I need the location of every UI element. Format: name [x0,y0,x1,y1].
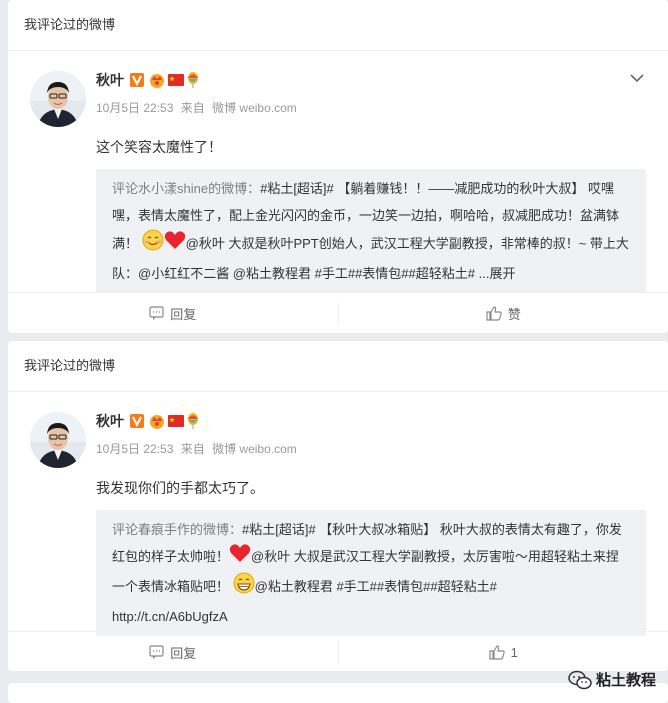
action-bar: 回复 赞 [8,292,668,333]
vip-v-icon[interactable] [129,72,145,88]
crown-icon[interactable] [148,72,164,88]
post-source[interactable]: 微博 weibo.com [212,442,297,456]
reply-button[interactable]: 回复 [8,293,338,333]
quoted-user[interactable]: 评论春痕手作的微博： [112,522,242,537]
avatar[interactable] [30,71,86,127]
comment-icon [149,645,164,659]
card-header: 我评论过的微博 [8,341,668,392]
reply-label: 回复 [170,304,196,323]
comment-text: 我发现你们的手都太巧了。 [96,478,264,498]
author-name[interactable]: 秋叶 [96,70,124,90]
action-bar: 回复 1 [8,631,668,671]
quoted-post[interactable]: 评论水小漾shine的微博：#粘土[超话]# 【躺着赚钱！！——减肥成功的秋叶大… [96,169,646,293]
post-time: 10月5日 22:53 来自 微博 weibo.com [96,440,301,457]
quoted-text-tags: @粘土教程君 #手工##表情包##超轻粘土# [255,579,497,594]
china-flag-icon [167,413,183,429]
like-button[interactable]: 赞 [339,293,668,333]
grin-emoji-icon [233,572,255,603]
balloon-icon [186,413,202,429]
comment-text: 这个笑容太魔性了！ [96,137,222,157]
post-time: 10月5日 22:53 来自 微博 weibo.com [96,99,301,116]
quoted-user[interactable]: 评论水小漾shine的微博： [112,181,260,196]
via-label: 来自 [181,442,205,456]
like-button[interactable]: 1 [339,632,668,671]
quoted-link[interactable]: http://t.cn/A6bUgfzA [112,609,228,624]
reply-button[interactable]: 回复 [8,632,338,671]
quoted-text-continued: @秋叶 大叔是秋叶PPT创始人，武汉工程大学副教授，非常棒的叔！~ 带上大队：@… [112,236,629,281]
balloon-icon [186,72,202,88]
thumbs-up-icon [486,306,502,321]
thumbs-up-icon [489,645,505,660]
feed-card: 我评论过的微博 秋叶 [8,341,668,671]
wechat-icon [568,670,592,690]
post-meta: 秋叶 10月5日 22:53 来自 微博 weibo.com [96,412,301,457]
like-count: 1 [511,645,518,660]
card-header: 我评论过的微博 [8,0,668,51]
post-source[interactable]: 微博 weibo.com [212,101,297,115]
smile-emoji-icon [142,229,164,260]
post-date[interactable]: 10月5日 22:53 [96,442,173,456]
like-label: 赞 [508,304,521,323]
avatar[interactable] [30,412,86,468]
chevron-down-icon[interactable] [630,73,644,83]
heart-emoji-icon [164,230,186,259]
via-label: 来自 [181,101,205,115]
quoted-post[interactable]: 评论春痕手作的微博：#粘土[超话]# 【秋叶大叔冰箱贴】 秋叶大叔的表情太有趣了… [96,510,646,636]
reply-label: 回复 [170,643,196,662]
china-flag-icon [167,72,183,88]
post-date[interactable]: 10月5日 22:53 [96,101,173,115]
heart-emoji-icon [229,543,251,572]
watermark: 粘土教程 [568,669,656,690]
crown-icon[interactable] [148,413,164,429]
post-meta: 秋叶 10月5日 22:53 来自 微博 weibo.com [96,71,301,116]
author-name[interactable]: 秋叶 [96,411,124,431]
vip-v-icon[interactable] [129,413,145,429]
feed-card: 我评论过的微博 秋叶 [8,0,668,333]
comment-icon [149,306,164,320]
watermark-text: 粘土教程 [596,669,656,690]
